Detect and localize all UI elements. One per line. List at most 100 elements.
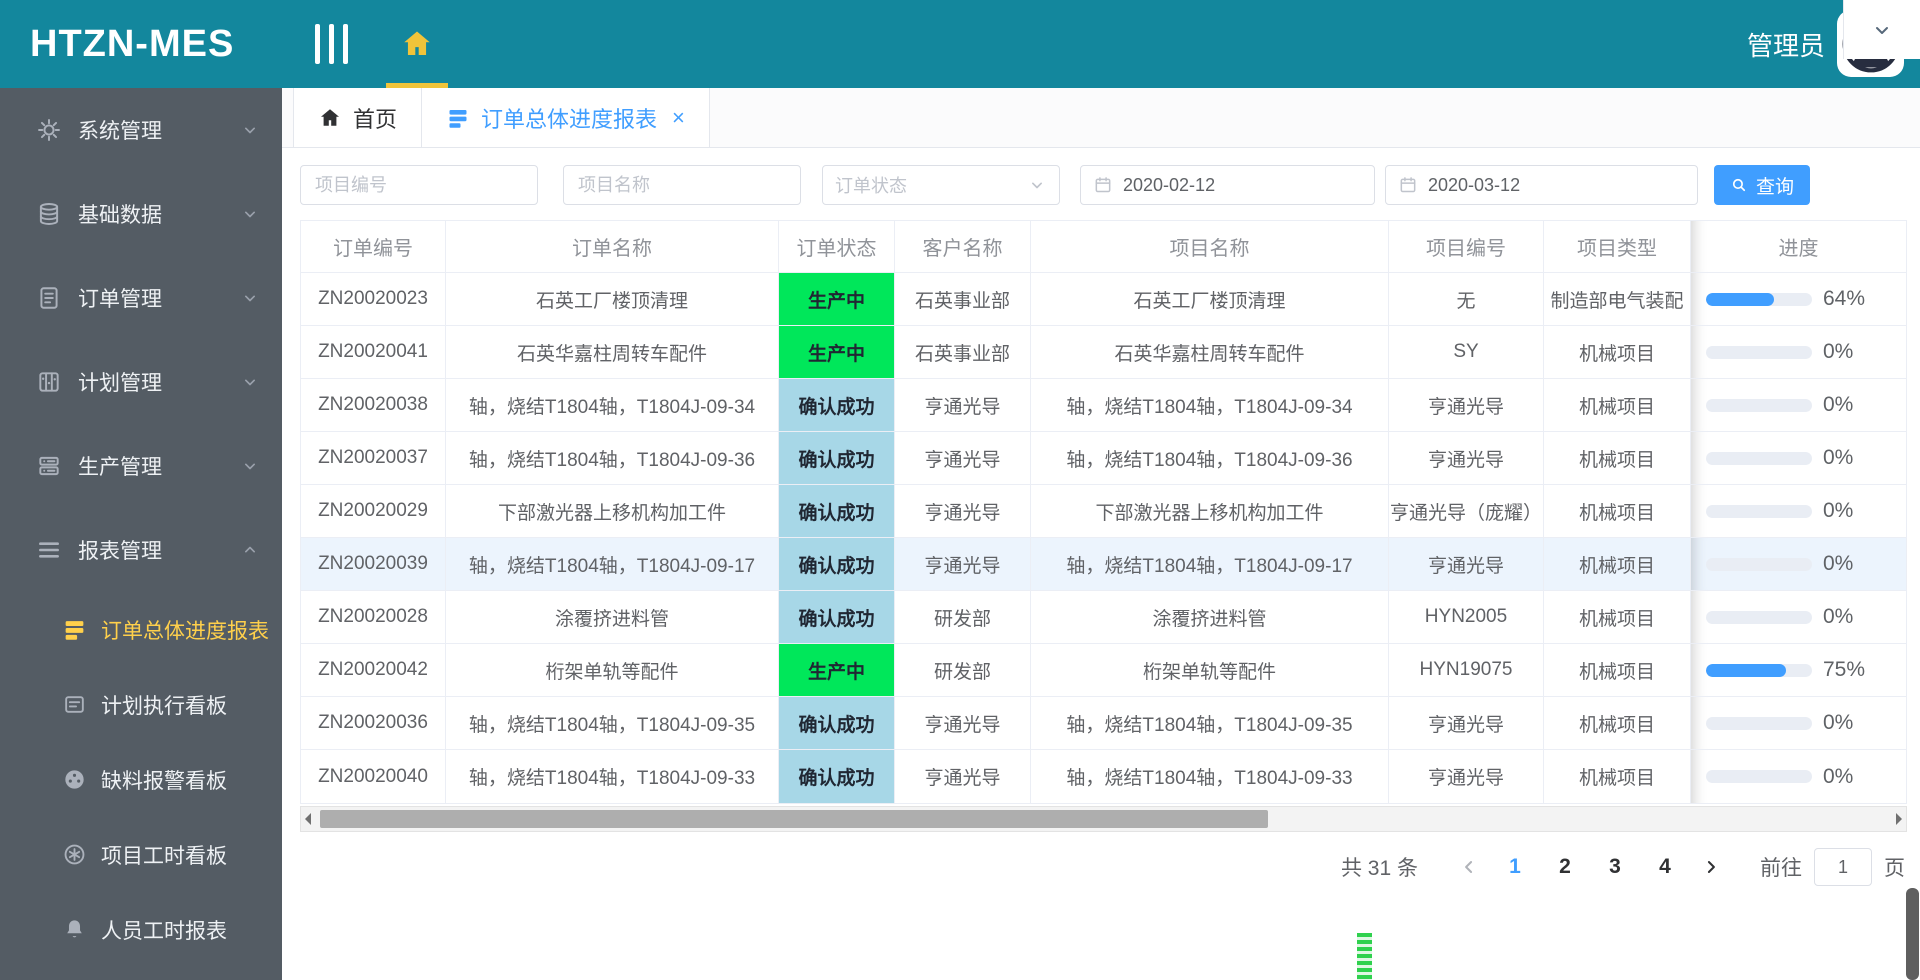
sidebar-item-report[interactable]: 报表管理: [0, 508, 282, 592]
horizontal-scrollbar[interactable]: [300, 806, 1907, 832]
date-to-picker[interactable]: 2020-03-12: [1385, 165, 1698, 205]
top-header: 管理员: [282, 0, 1920, 88]
scroll-right-arrow-icon[interactable]: [1896, 813, 1902, 825]
vertical-scrollbar-thumb[interactable]: [1906, 888, 1919, 980]
sidebar-subitem-plan-execution-board[interactable]: 计划执行看板: [0, 667, 282, 742]
table-row[interactable]: ZN20020042 桁架单轨等配件 生产中 研发部 桁架单轨等配件 HYN19…: [301, 644, 1906, 697]
sidebar-item-label: 报表管理: [78, 540, 162, 563]
column-header: 客户名称: [895, 221, 1031, 273]
order-icon: [36, 285, 62, 311]
status-badge: 生产中: [779, 644, 894, 696]
sidebar-item-order[interactable]: 订单管理: [0, 256, 282, 340]
rows-icon: [62, 617, 87, 642]
search-button[interactable]: 查询: [1714, 165, 1810, 205]
cell-order-status: 确认成功: [779, 379, 895, 432]
sidebar-subitem-staff-hours-report[interactable]: 人员工时报表: [0, 892, 282, 967]
search-button-label: 查询: [1755, 176, 1794, 198]
project-no-input[interactable]: [300, 165, 538, 205]
alarm-board-icon: [62, 767, 87, 792]
chevron-down-icon: [240, 204, 260, 224]
table-row[interactable]: ZN20020039 轴，烧结T1804轴，T1804J-09-17 确认成功 …: [301, 538, 1906, 591]
page-number-1[interactable]: 1: [1490, 855, 1540, 879]
cell-order-name: 轴，烧结T1804轴，T1804J-09-35: [446, 697, 779, 750]
progress-label: 0%: [1823, 393, 1854, 416]
page-number-3[interactable]: 3: [1590, 855, 1640, 879]
cell-customer: 石英事业部: [895, 326, 1031, 379]
filter-bar: 订单状态 2020-02-12 2020-03-12 查询: [282, 165, 1920, 205]
cell-order-name: 涂覆挤进料管: [446, 591, 779, 644]
chevron-up-icon: [240, 540, 260, 560]
cell-project-no: 亨通光导: [1389, 750, 1544, 803]
page-number-4[interactable]: 4: [1640, 855, 1690, 879]
table-row[interactable]: ZN20020040 轴，烧结T1804轴，T1804J-09-33 确认成功 …: [301, 750, 1906, 803]
sidebar-item-system[interactable]: 系统管理: [0, 88, 282, 172]
pagination-total: 共 31 条: [1340, 857, 1418, 880]
table-row[interactable]: ZN20020029 下部激光器上移机构加工件 确认成功 亨通光导 下部激光器上…: [301, 485, 1906, 538]
progress-label: 0%: [1823, 552, 1854, 575]
tab-home[interactable]: 首页: [293, 88, 423, 147]
table-row[interactable]: ZN20020041 石英华嘉柱周转车配件 生产中 石英事业部 石英华嘉柱周转车…: [301, 326, 1906, 379]
tab-report[interactable]: 订单总体进度报表 ×: [422, 88, 710, 147]
cell-order-name: 下部激光器上移机构加工件: [446, 485, 779, 538]
table-row[interactable]: ZN20020037 轴，烧结T1804轴，T1804J-09-36 确认成功 …: [301, 432, 1906, 485]
cell-project-name: 涂覆挤进料管: [1031, 591, 1389, 644]
cell-customer: 亨通光导: [895, 432, 1031, 485]
cell-project-no: HYN19075: [1389, 644, 1544, 697]
home-nav-button[interactable]: [384, 0, 450, 88]
table-row[interactable]: ZN20020028 涂覆挤进料管 确认成功 研发部 涂覆挤进料管 HYN200…: [301, 591, 1906, 644]
project-name-input[interactable]: [563, 165, 801, 205]
collapse-menu-icon[interactable]: [315, 24, 348, 64]
board-icon: [62, 692, 87, 717]
order-status-select[interactable]: 订单状态: [822, 165, 1060, 205]
table-row[interactable]: ZN20020036 轴，烧结T1804轴，T1804J-09-35 确认成功 …: [301, 697, 1906, 750]
cell-order-name: 轴，烧结T1804轴，T1804J-09-17: [446, 538, 779, 591]
progress-label: 0%: [1823, 499, 1854, 522]
sidebar-subitem-material-alarm-board[interactable]: 缺料报警看板: [0, 742, 282, 817]
status-badge: 确认成功: [779, 432, 894, 484]
progress-bar: [1706, 398, 1812, 412]
sidebar-item-plan[interactable]: 计划管理: [0, 340, 282, 424]
date-from-picker[interactable]: 2020-02-12: [1080, 165, 1375, 205]
sidebar-item-label: 生产管理: [78, 456, 162, 479]
status-badge: 确认成功: [779, 750, 894, 803]
home-icon: [318, 106, 342, 130]
sidebar-subitem-label: 人员工时报表: [101, 919, 227, 943]
column-header: 订单名称: [446, 221, 779, 273]
cell-order-no: ZN20020036: [301, 697, 446, 750]
cell-order-no: ZN20020040: [301, 750, 446, 803]
sidebar-item-base-data[interactable]: 基础数据: [0, 172, 282, 256]
sidebar-subitem-project-hours-board[interactable]: 项目工时看板: [0, 817, 282, 892]
status-badge: 确认成功: [779, 538, 894, 590]
bell-icon: [62, 917, 87, 942]
sidebar-item-production[interactable]: 生产管理: [0, 424, 282, 508]
cell-progress: 0%: [1691, 538, 1906, 591]
progress-label: 64%: [1823, 287, 1866, 310]
cell-order-name: 石英工厂楼顶清理: [446, 273, 779, 326]
user-name[interactable]: 管理员: [1747, 0, 1825, 88]
calendar-icon: [1398, 175, 1418, 195]
cell-progress: 0%: [1691, 485, 1906, 538]
sidebar-subitem-order-progress-report[interactable]: 订单总体进度报表: [0, 592, 282, 667]
cell-order-name: 石英华嘉柱周转车配件: [446, 326, 779, 379]
progress-bar: [1706, 557, 1812, 571]
calendar-icon: [1093, 175, 1113, 195]
tab-overflow-button[interactable]: [1843, 0, 1920, 59]
cell-progress: 64%: [1691, 273, 1906, 326]
cell-project-type: 机械项目: [1544, 750, 1691, 803]
pagination: 共 31 条 1234 前往 页: [1341, 848, 1905, 886]
next-page-button[interactable]: [1690, 857, 1732, 877]
progress-bar: [1706, 451, 1812, 465]
table-row[interactable]: ZN20020023 石英工厂楼顶清理 生产中 石英事业部 石英工厂楼顶清理 无…: [301, 273, 1906, 326]
sidebar: HTZN-MES 系统管理 基础数据 订单管理 计划管理 生产管理 报表管理 订…: [0, 0, 282, 980]
progress-label: 0%: [1823, 340, 1854, 363]
scrollbar-thumb[interactable]: [320, 810, 1268, 828]
page-number-2[interactable]: 2: [1540, 855, 1590, 879]
close-icon[interactable]: ×: [672, 106, 685, 129]
goto-page-input[interactable]: [1814, 848, 1872, 886]
table-row[interactable]: ZN20020038 轴，烧结T1804轴，T1804J-09-34 确认成功 …: [301, 379, 1906, 432]
prev-page-button[interactable]: [1448, 857, 1490, 877]
scroll-left-arrow-icon[interactable]: [305, 813, 311, 825]
page-numbers: 1234: [1490, 855, 1690, 879]
status-badge: 生产中: [779, 273, 894, 325]
chevron-left-icon: [1459, 857, 1479, 877]
